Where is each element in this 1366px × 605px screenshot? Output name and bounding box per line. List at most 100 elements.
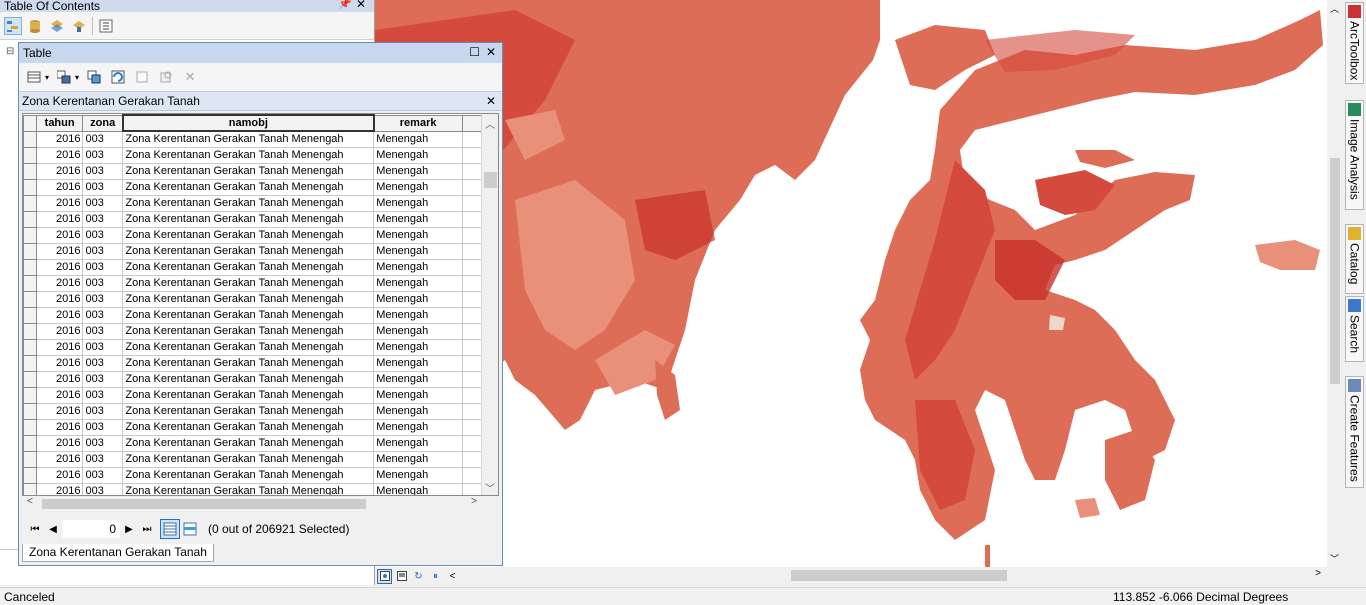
select-by-attributes-icon[interactable] bbox=[85, 68, 103, 86]
close-icon[interactable]: ✕ bbox=[356, 0, 366, 10]
cell-remark[interactable]: Menengah bbox=[373, 210, 463, 228]
row-selector[interactable] bbox=[23, 386, 37, 404]
cell-namobj[interactable]: Zona Kerentanan Gerakan Tanah Menengah bbox=[122, 354, 375, 372]
cell-tahun[interactable]: 2016 bbox=[35, 226, 84, 244]
cell-tahun[interactable]: 2016 bbox=[35, 242, 84, 260]
collapse-toggle-icon[interactable]: ⊟ bbox=[6, 46, 14, 57]
scroll-down-icon[interactable]: ﹀ bbox=[485, 480, 495, 495]
cell-zona[interactable]: 003 bbox=[82, 194, 124, 212]
table-row[interactable]: 2016 003 Zona Kerentanan Gerakan Tanah Men… bbox=[23, 418, 498, 436]
cell-remark[interactable]: Menengah bbox=[373, 130, 463, 148]
scroll-down-icon[interactable]: ﹀ bbox=[1330, 552, 1339, 565]
cell-zona[interactable]: 003 bbox=[82, 226, 124, 244]
cell-namobj[interactable]: Zona Kerentanan Gerakan Tanah Menengah bbox=[122, 130, 375, 148]
scrollbar-thumb[interactable] bbox=[484, 172, 497, 188]
cell-zona[interactable]: 003 bbox=[82, 354, 124, 372]
table-row[interactable]: 2016 003 Zona Kerentanan Gerakan Tanah Men… bbox=[23, 194, 498, 212]
chevron-down-icon[interactable]: ▾ bbox=[75, 73, 79, 82]
cell-zona[interactable]: 003 bbox=[82, 386, 124, 404]
previous-record-icon[interactable]: ◀ bbox=[44, 520, 62, 538]
cell-tahun[interactable]: 2016 bbox=[35, 482, 84, 495]
row-selector[interactable] bbox=[23, 354, 37, 372]
cell-namobj[interactable]: Zona Kerentanan Gerakan Tanah Menengah bbox=[122, 306, 375, 324]
cell-namobj[interactable]: Zona Kerentanan Gerakan Tanah Menengah bbox=[122, 466, 375, 484]
show-selected-records-icon[interactable] bbox=[180, 519, 200, 539]
cell-namobj[interactable]: Zona Kerentanan Gerakan Tanah Menengah bbox=[122, 226, 375, 244]
zoom-to-selected-icon[interactable] bbox=[157, 68, 175, 86]
row-selector[interactable] bbox=[23, 194, 37, 212]
row-selector[interactable] bbox=[23, 434, 37, 452]
table-vertical-scrollbar[interactable]: ︿ ﹀ bbox=[481, 114, 498, 495]
table-row[interactable]: 2016 003 Zona Kerentanan Gerakan Tanah Men… bbox=[23, 306, 498, 324]
options-icon[interactable] bbox=[97, 17, 115, 35]
cell-namobj[interactable]: Zona Kerentanan Gerakan Tanah Menengah bbox=[122, 178, 375, 196]
scroll-right-icon[interactable]: > bbox=[1315, 568, 1321, 579]
table-row[interactable]: 2016 003 Zona Kerentanan Gerakan Tanah Men… bbox=[23, 162, 498, 180]
cell-tahun[interactable]: 2016 bbox=[35, 450, 84, 468]
table-row[interactable]: 2016 003 Zona Kerentanan Gerakan Tanah Men… bbox=[23, 370, 498, 388]
column-header-namobj[interactable]: namobj bbox=[121, 114, 375, 132]
table-row[interactable]: 2016 003 Zona Kerentanan Gerakan Tanah Men… bbox=[23, 290, 498, 308]
last-record-icon[interactable]: ⏭ bbox=[138, 520, 156, 538]
cell-zona[interactable]: 003 bbox=[82, 466, 124, 484]
cell-remark[interactable]: Menengah bbox=[373, 338, 463, 356]
cell-zona[interactable]: 003 bbox=[82, 178, 124, 196]
column-header-remark[interactable]: remark bbox=[373, 114, 463, 132]
first-record-icon[interactable]: ⏮ bbox=[26, 520, 44, 538]
row-selector[interactable] bbox=[23, 402, 37, 420]
cell-tahun[interactable]: 2016 bbox=[35, 274, 84, 292]
dock-tab-arctoolbox[interactable]: ArcToolbox bbox=[1345, 2, 1364, 84]
row-selector[interactable] bbox=[23, 290, 37, 308]
cell-tahun[interactable]: 2016 bbox=[35, 130, 84, 148]
cell-zona[interactable]: 003 bbox=[82, 450, 124, 468]
table-row[interactable]: 2016 003 Zona Kerentanan Gerakan Tanah Men… bbox=[23, 434, 498, 452]
cell-remark[interactable]: Menengah bbox=[373, 322, 463, 340]
layout-view-icon[interactable] bbox=[394, 569, 409, 584]
show-all-records-icon[interactable] bbox=[160, 519, 180, 539]
cell-remark[interactable]: Menengah bbox=[373, 354, 463, 372]
cell-remark[interactable]: Menengah bbox=[373, 146, 463, 164]
cell-tahun[interactable]: 2016 bbox=[35, 434, 84, 452]
row-header-corner[interactable] bbox=[23, 114, 37, 132]
row-selector[interactable] bbox=[23, 178, 37, 196]
table-row[interactable]: 2016 003 Zona Kerentanan Gerakan Tanah Men… bbox=[23, 130, 498, 148]
cell-namobj[interactable]: Zona Kerentanan Gerakan Tanah Menengah bbox=[122, 146, 375, 164]
cell-namobj[interactable]: Zona Kerentanan Gerakan Tanah Menengah bbox=[122, 402, 375, 420]
scroll-up-icon[interactable]: ︿ bbox=[485, 116, 495, 131]
column-header-zona[interactable]: zona bbox=[82, 114, 124, 132]
cell-zona[interactable]: 003 bbox=[82, 418, 124, 436]
scrollbar-thumb[interactable] bbox=[42, 499, 366, 509]
cell-remark[interactable]: Menengah bbox=[373, 274, 463, 292]
list-by-visibility-icon[interactable] bbox=[48, 17, 66, 35]
cell-remark[interactable]: Menengah bbox=[373, 434, 463, 452]
table-row[interactable]: 2016 003 Zona Kerentanan Gerakan Tanah Men… bbox=[23, 338, 498, 356]
cell-remark[interactable]: Menengah bbox=[373, 258, 463, 276]
row-selector[interactable] bbox=[23, 482, 37, 495]
close-icon[interactable]: ✕ bbox=[486, 94, 496, 108]
chevron-down-icon[interactable]: ▾ bbox=[45, 73, 49, 82]
list-by-selection-icon[interactable] bbox=[70, 17, 88, 35]
cell-namobj[interactable]: Zona Kerentanan Gerakan Tanah Menengah bbox=[122, 162, 375, 180]
table-row[interactable]: 2016 003 Zona Kerentanan Gerakan Tanah Men… bbox=[23, 146, 498, 164]
map-horizontal-scrollbar-thumb[interactable] bbox=[791, 570, 1007, 581]
scroll-right-icon[interactable]: > bbox=[471, 496, 477, 507]
cell-tahun[interactable]: 2016 bbox=[35, 338, 84, 356]
scroll-up-icon[interactable]: ︿ bbox=[1330, 2, 1339, 15]
scroll-left-icon[interactable]: < bbox=[27, 496, 33, 507]
clear-selection-icon[interactable] bbox=[133, 68, 151, 86]
cell-remark[interactable]: Menengah bbox=[373, 178, 463, 196]
cell-zona[interactable]: 003 bbox=[82, 274, 124, 292]
cell-namobj[interactable]: Zona Kerentanan Gerakan Tanah Menengah bbox=[122, 274, 375, 292]
cell-tahun[interactable]: 2016 bbox=[35, 306, 84, 324]
cell-remark[interactable]: Menengah bbox=[373, 402, 463, 420]
maximize-icon[interactable]: ☐ bbox=[469, 45, 480, 59]
cell-tahun[interactable]: 2016 bbox=[35, 178, 84, 196]
close-icon[interactable]: ✕ bbox=[486, 45, 496, 59]
cell-namobj[interactable]: Zona Kerentanan Gerakan Tanah Menengah bbox=[122, 370, 375, 388]
row-selector[interactable] bbox=[23, 370, 37, 388]
map-canvas[interactable] bbox=[375, 0, 1327, 567]
cell-zona[interactable]: 003 bbox=[82, 482, 124, 495]
cell-zona[interactable]: 003 bbox=[82, 242, 124, 260]
cell-tahun[interactable]: 2016 bbox=[35, 258, 84, 276]
cell-remark[interactable]: Menengah bbox=[373, 226, 463, 244]
